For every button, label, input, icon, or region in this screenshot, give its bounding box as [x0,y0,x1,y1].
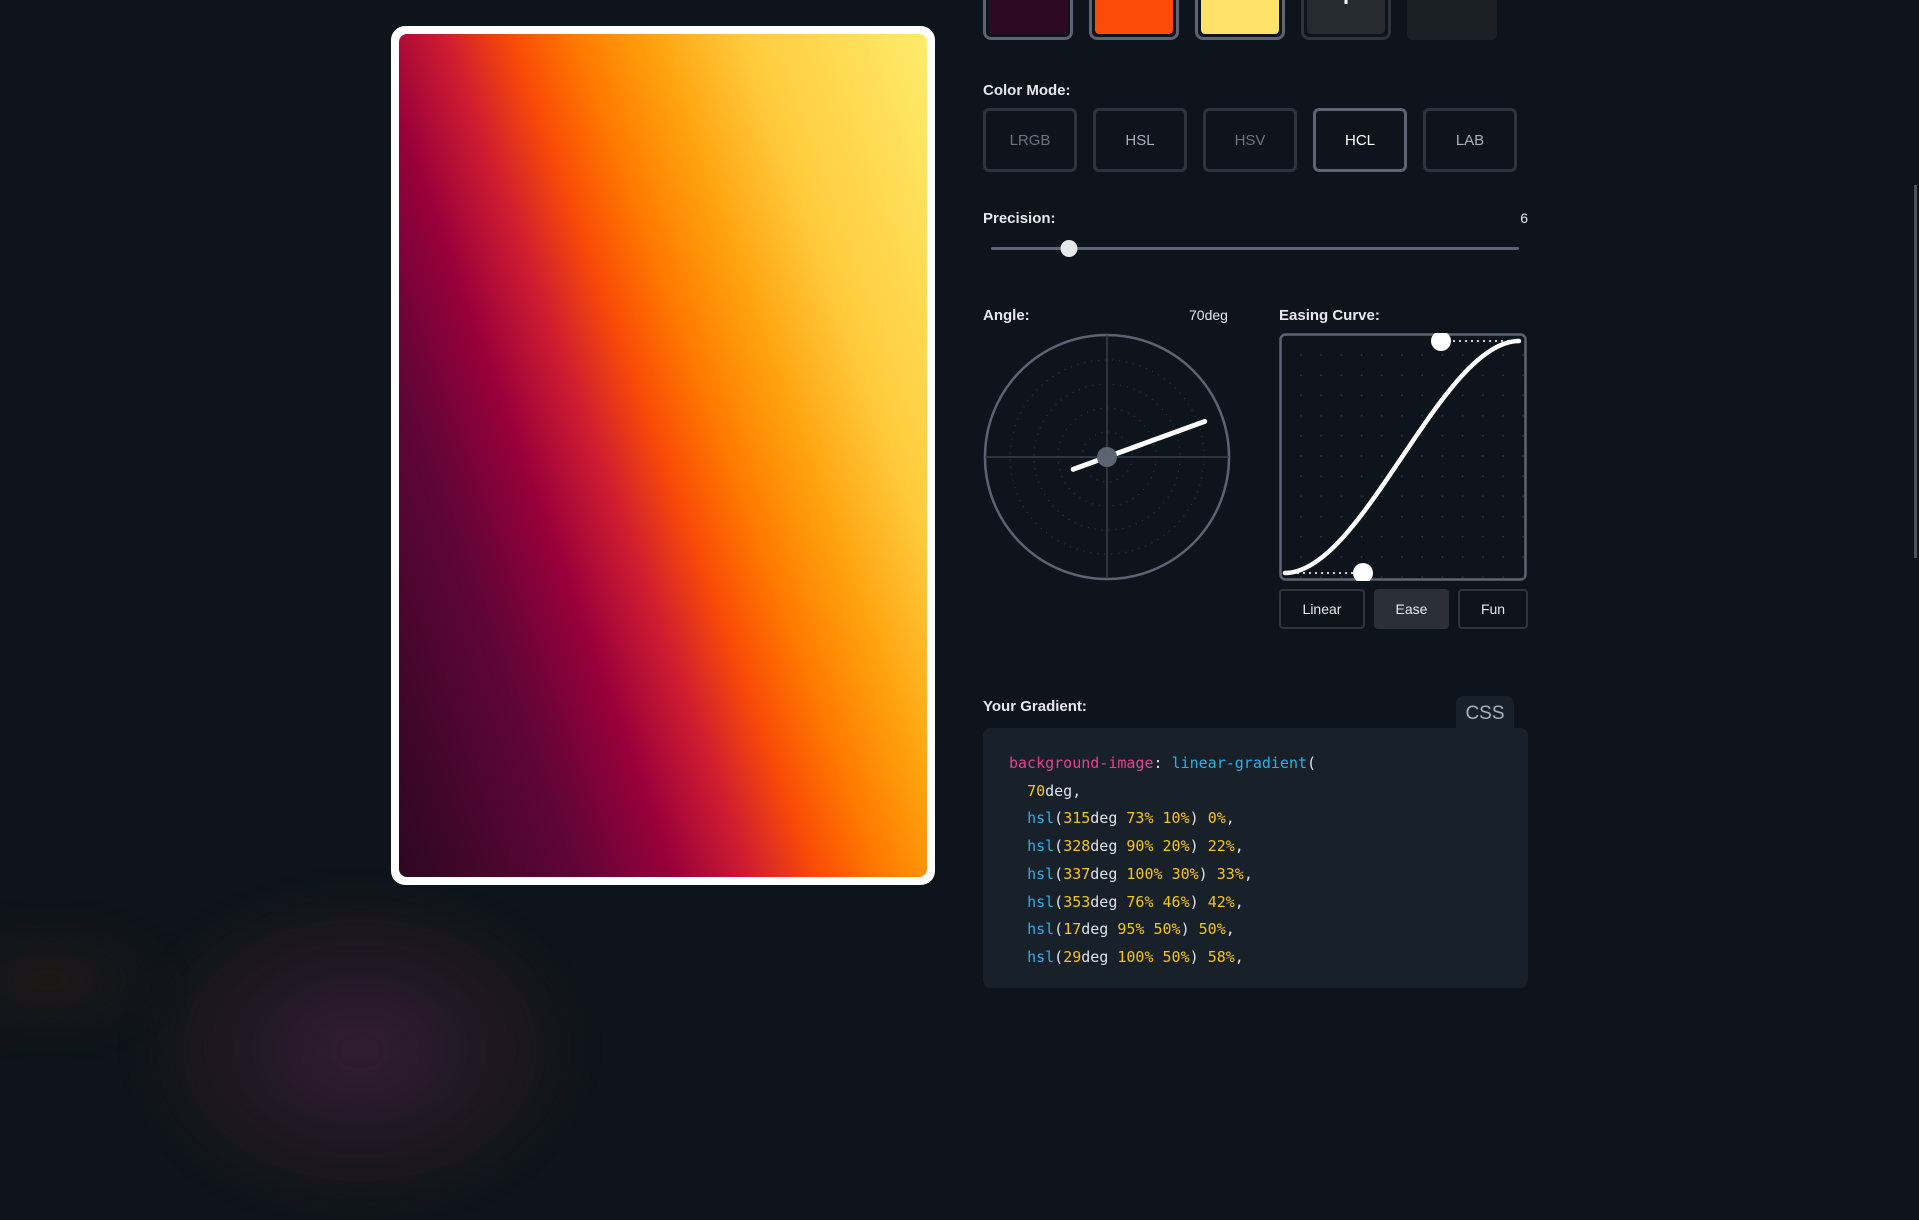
code-saturation: 95% [1117,920,1145,939]
code-saturation: 76% [1126,892,1154,911]
plus-icon [1344,0,1348,4]
code-line-stop: hsl(29deg 100% 50%) 58%, [1027,947,1244,966]
code-line-angle: 70deg, [1027,781,1082,800]
code-lightness: 30% [1171,864,1199,883]
color-mode-label: Color Mode: [983,82,1071,99]
code-hue: 315 [1063,809,1091,828]
code-lightness: 50% [1162,947,1190,966]
code-saturation: 90% [1126,837,1154,856]
code-hsl-fn: hsl [1027,809,1055,828]
code-lightness: 20% [1162,837,1190,856]
angle-dial[interactable] [983,333,1231,581]
color-mode-group: LRGB HSL HSV HCL LAB [983,108,1517,172]
precision-label: Precision: [983,210,1056,227]
code-hsl-fn: hsl [1027,892,1055,911]
easing-fun-button[interactable]: Fun [1458,589,1528,629]
code-hsl-fn: hsl [1027,864,1055,883]
precision-thumb[interactable] [1060,240,1078,257]
code-line-stop: hsl(328deg 90% 20%) 22%, [1027,837,1244,856]
mode-hsv[interactable]: HSV [1203,108,1297,172]
mode-hcl[interactable]: HCL [1313,108,1407,172]
mode-lab[interactable]: LAB [1423,108,1517,172]
gradient-preview [399,34,927,877]
code-saturation: 100% [1117,947,1154,966]
empty-color-slot [1407,0,1497,40]
code-line-stop: hsl(353deg 76% 46%) 42%, [1027,892,1244,911]
code-hue: 29 [1063,947,1082,966]
code-position: 22% [1207,837,1235,856]
angle-value: 70deg [1189,307,1228,323]
color-swatch-3[interactable] [1195,0,1285,40]
precision-value: 6 [1520,210,1528,226]
code-position: 33% [1216,864,1244,883]
code-saturation: 100% [1126,864,1163,883]
code-function: linear-gradient [1171,754,1308,772]
css-tab[interactable]: CSS [1456,696,1514,732]
code-position: 0% [1207,809,1226,828]
code-lightness: 10% [1162,809,1190,828]
code-hue: 337 [1063,864,1091,883]
easing-ease-button[interactable]: Ease [1374,589,1449,629]
code-saturation: 73% [1126,809,1154,828]
easing-curve-editor[interactable] [1279,333,1527,581]
code-line-stop: hsl(17deg 95% 50%) 50%, [1027,920,1235,939]
code-angle-unit: deg [1045,781,1073,800]
easing-presets: Linear Ease Fun [1279,589,1528,629]
code-position: 42% [1207,892,1235,911]
code-angle-number: 70 [1027,781,1046,800]
css-code-block[interactable]: background-image: linear-gradient( 70deg… [983,728,1528,988]
code-hsl-fn: hsl [1027,920,1055,939]
mode-lrgb[interactable]: LRGB [983,108,1077,172]
add-color-button[interactable] [1301,0,1391,40]
angle-label: Angle: [983,307,1030,324]
background-blob [130,880,590,1220]
gradient-preview-frame [391,26,935,885]
code-hsl-fn: hsl [1027,837,1055,856]
page-scrollbar[interactable] [1914,185,1917,558]
code-line-stop: hsl(315deg 73% 10%) 0%, [1027,809,1235,828]
code-lightness: 50% [1153,920,1181,939]
code-hsl-fn: hsl [1027,947,1055,966]
color-swatch-2[interactable] [1089,0,1179,40]
precision-slider[interactable] [991,240,1519,257]
mode-hsl[interactable]: HSL [1093,108,1187,172]
code-hue: 17 [1063,920,1082,939]
code-line-stop: hsl(337deg 100% 30%) 33%, [1027,864,1253,883]
angle-center-knob [1097,447,1117,467]
color-swatch-1[interactable] [983,0,1073,40]
angle-handle[interactable] [1070,418,1208,472]
color-stops [983,0,1497,40]
code-hue: 353 [1063,892,1091,911]
easing-label: Easing Curve: [1279,307,1380,324]
code-property: background-image [1009,754,1154,772]
code-line-property: background-image: linear-gradient( [1009,754,1317,772]
easing-linear-button[interactable]: Linear [1279,589,1365,629]
code-hue: 328 [1063,837,1091,856]
your-gradient-label: Your Gradient: [983,698,1087,715]
code-lightness: 46% [1162,892,1190,911]
code-position: 50% [1198,920,1226,939]
code-position: 58% [1207,947,1235,966]
